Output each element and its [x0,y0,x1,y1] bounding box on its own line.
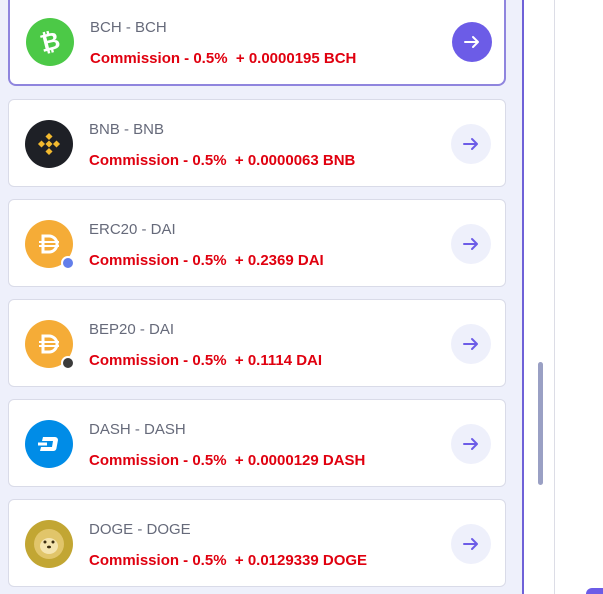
bnb-badge-icon [61,356,75,370]
currency-name: BEP20 - DAI [89,321,175,338]
commission-text: Commission - 0.5% + 0.0000063 BNB [89,152,356,169]
dai-icon [25,220,75,270]
select-bep20-dai-button[interactable] [451,324,491,364]
arrow-right-icon [463,438,478,450]
select-bch-button[interactable] [452,22,492,62]
select-bnb-button[interactable] [451,124,491,164]
scrollbar-thumb[interactable] [538,362,543,485]
currency-card-dash[interactable]: DASH - DASH Commission - 0.5% + 0.000012… [8,399,506,487]
select-erc20-dai-button[interactable] [451,224,491,264]
select-doge-button[interactable] [451,524,491,564]
dai-icon [25,320,75,370]
svg-text:₿: ₿ [37,27,63,57]
currency-name: BNB - BNB [89,121,165,138]
commission-text: Commission - 0.5% + 0.0129339 DOGE [89,552,368,569]
commission-text: Commission - 0.5% + 0.0000195 BCH [90,50,357,67]
scrollbar-track[interactable] [536,0,544,594]
arrow-right-icon [463,538,478,550]
ethereum-badge-icon [61,256,75,270]
bitcoin-cash-icon: ₿ [26,18,74,66]
currency-name: ERC20 - DAI [89,221,176,238]
binance-coin-icon [25,120,73,168]
currency-card-bnb[interactable]: BNB - BNB Commission - 0.5% + 0.0000063 … [8,99,506,187]
currency-list-panel: ₿ BCH - BCH Commission - 0.5% + 0.000019… [0,0,524,594]
currency-card-bep20-dai[interactable]: BEP20 - DAI Commission - 0.5% + 0.1114 D… [8,299,506,387]
currency-name: DOGE - DOGE [89,521,191,538]
dogecoin-icon [25,520,73,568]
arrow-right-icon [463,338,478,350]
currency-card-doge[interactable]: DOGE - DOGE Commission - 0.5% + 0.012933… [8,499,506,587]
currency-card-bch[interactable]: ₿ BCH - BCH Commission - 0.5% + 0.000019… [8,0,506,86]
commission-text: Commission - 0.5% + 0.1114 DAI [89,352,323,369]
currency-name: DASH - DASH [89,421,186,438]
select-dash-button[interactable] [451,424,491,464]
currency-name: BCH - BCH [90,19,167,36]
dash-icon [25,420,73,468]
commission-text: Commission - 0.5% + 0.2369 DAI [89,252,324,269]
arrow-right-icon [464,36,479,48]
panel-divider [554,0,555,594]
arrow-right-icon [463,138,478,150]
commission-text: Commission - 0.5% + 0.0000129 DASH [89,452,366,469]
corner-accent [586,588,603,594]
currency-card-erc20-dai[interactable]: ERC20 - DAI Commission - 0.5% + 0.2369 D… [8,199,506,287]
arrow-right-icon [463,238,478,250]
